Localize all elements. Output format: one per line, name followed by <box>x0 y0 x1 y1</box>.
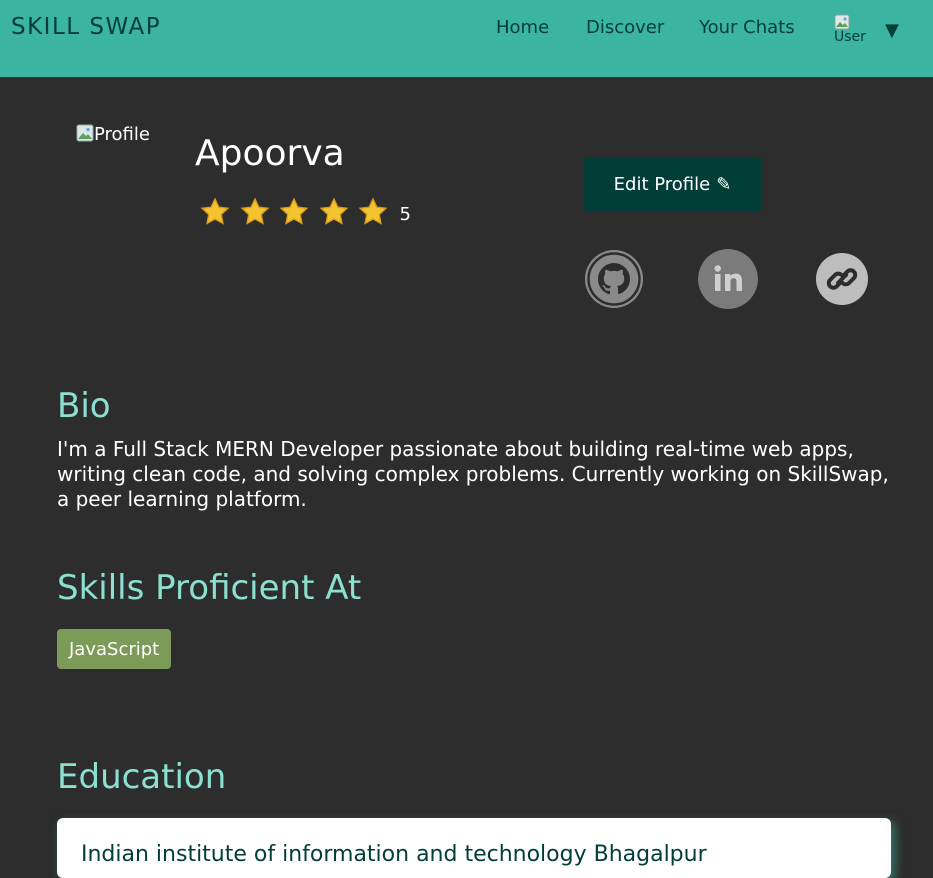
star-icon <box>240 197 269 225</box>
pencil-icon: ✎ <box>716 173 732 195</box>
user-name: Apoorva <box>195 133 345 174</box>
link-icon[interactable] <box>812 249 872 309</box>
edit-profile-button[interactable]: Edit Profile ✎ <box>584 157 761 211</box>
skill-tag: JavaScript <box>57 629 172 669</box>
edit-profile-label: Edit Profile <box>613 173 711 195</box>
rating: 5 <box>199 196 411 228</box>
nav-link-home[interactable]: Home <box>496 17 549 38</box>
dropdown-caret-icon[interactable]: ▼ <box>885 20 899 41</box>
nav-link-discover[interactable]: Discover <box>586 17 664 38</box>
education-school: Indian institute of information and tech… <box>81 842 707 867</box>
star-icon <box>200 197 230 225</box>
education-heading: Education <box>57 757 227 797</box>
bio-heading: Bio <box>57 386 111 426</box>
star-icon <box>358 197 388 225</box>
education-card: Indian institute of information and tech… <box>57 818 891 878</box>
broken-image-icon <box>834 14 850 30</box>
star-icon <box>279 197 309 225</box>
bio-text: I'm a Full Stack MERN Developer passiona… <box>57 437 889 511</box>
navbar: SKILL SWAP Home Discover Your Chats User… <box>0 0 933 77</box>
profile-image-alt: Profile <box>94 124 150 145</box>
user-avatar[interactable]: User <box>834 14 868 48</box>
linkedin-icon[interactable] <box>698 249 758 309</box>
github-icon[interactable] <box>584 249 644 309</box>
brand-logo[interactable]: SKILL SWAP <box>11 14 161 40</box>
nav-link-your-chats[interactable]: Your Chats <box>699 17 795 38</box>
rating-value: 5 <box>399 203 411 225</box>
skills-heading: Skills Proficient At <box>57 568 362 608</box>
broken-image-icon <box>76 124 94 142</box>
profile-image: Profile <box>76 124 176 224</box>
star-icon <box>319 197 348 225</box>
user-avatar-alt: User <box>834 29 866 45</box>
